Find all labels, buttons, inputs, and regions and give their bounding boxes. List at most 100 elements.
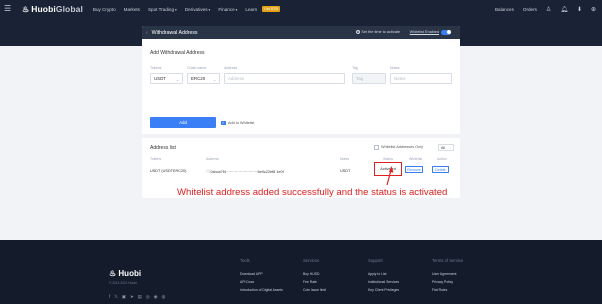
card-header: ‹ Withdrawal Address ? Set the time to ac… — [142, 26, 460, 39]
logo[interactable]: ♨ Huobi Global — [22, 4, 83, 14]
notes-label: Notes — [390, 66, 400, 70]
footer-link[interactable]: Buy HUSD — [303, 272, 326, 276]
download-icon[interactable]: ⬇ — [577, 6, 582, 13]
address-list-title: Address list — [150, 145, 176, 151]
address-label: Address — [224, 66, 238, 70]
footer-link[interactable]: API Docs — [240, 280, 283, 284]
footer-col-title: Support — [368, 258, 383, 263]
back-icon[interactable]: ‹ — [146, 30, 148, 36]
footer-link[interactable]: Download APP — [240, 272, 283, 276]
chain-select[interactable]: ERC20 ⌄ — [187, 73, 220, 84]
whitelist-toggle[interactable] — [441, 29, 451, 35]
footer-link[interactable]: Privacy Policy — [432, 280, 463, 284]
footer-link[interactable]: Institutional Services — [368, 280, 399, 284]
footer-col-services: Services Buy HUSD Fee Rate Coin Issue li… — [303, 258, 326, 296]
activation-tip-label: Set the time to activate — [361, 29, 400, 34]
logo-sub: Global — [55, 4, 83, 14]
footer-col-title: Terms of Service — [432, 258, 464, 263]
user-icon[interactable]: ♙ — [546, 6, 551, 13]
add-address-title: Add Withdrawal Address — [150, 50, 205, 56]
col-notes: Notes — [340, 157, 350, 161]
remove-button[interactable]: Remove — [405, 166, 423, 173]
nav-spot-trading[interactable]: Spot Trading▾ — [148, 7, 177, 12]
add-to-whitelist-label: Add to Whitelist — [228, 120, 255, 125]
withdrawal-card: ‹ Withdrawal Address ? Set the time to ac… — [142, 26, 460, 198]
chevron-down-icon: ⌄ — [212, 77, 216, 82]
nav-right: Balances Orders ♙ 🔔︎ ⬇ ⊕ — [495, 0, 598, 18]
chain-label: Chain name — [187, 66, 207, 70]
nav-derivatives[interactable]: Derivatives▾ — [185, 7, 211, 12]
footer-col-terms: Terms of Service User Agreement Privacy … — [432, 258, 463, 296]
nav-balances[interactable]: Balances — [495, 7, 514, 12]
twitter-icon[interactable]: 𝕏 — [114, 294, 122, 299]
nav-orders[interactable]: Orders — [523, 7, 537, 12]
status-badge: Activated — [374, 162, 402, 176]
footer-link[interactable]: User Agreement — [432, 272, 463, 276]
footer-link[interactable]: Fiat Rules — [432, 288, 463, 292]
globe-icon[interactable]: ⊕ — [591, 6, 596, 13]
flame-icon: ♨ — [22, 4, 30, 14]
menu-icon[interactable]: ☰ — [4, 5, 18, 13]
telegram-icon[interactable]: ➤ — [130, 294, 138, 299]
col-action: Action — [437, 157, 447, 161]
footer-link[interactable]: Apply to List — [368, 272, 399, 276]
col-tokens: Tokens — [150, 157, 162, 161]
filter-value: All — [441, 145, 445, 150]
copy-icon[interactable]: ❐ — [206, 170, 209, 174]
nav-links: Buy Crypto Markets Spot Trading▾ Derivat… — [93, 6, 280, 12]
delete-button[interactable]: Delete — [432, 166, 449, 173]
footer-logo-text: Huobi — [118, 269, 142, 278]
footer-link[interactable]: Key Client Privileges — [368, 288, 399, 292]
whitelist-only-label: Whitelist Addresses Only — [381, 145, 423, 149]
token-value: USDT — [154, 76, 166, 81]
footer-col-tools: Tools Download APP API Docs Introduction… — [240, 258, 283, 296]
nav-buy-crypto[interactable]: Buy Crypto — [93, 7, 116, 12]
logo-main: Huobi — [31, 4, 56, 14]
token-select[interactable]: USDT ⌄ — [150, 73, 183, 84]
tag-input[interactable]: Tag — [352, 73, 386, 84]
promo-badge[interactable]: Get BTB — [262, 6, 280, 12]
nav-markets[interactable]: Markets — [124, 7, 140, 12]
chevron-down-icon: ▾ — [175, 7, 177, 12]
nav-derivatives-label: Derivatives — [184, 6, 208, 12]
social-icons: f𝕏▣➤▤◎◉◍ — [109, 294, 169, 300]
section-divider — [142, 134, 460, 138]
whitelist-only-checkbox[interactable] — [374, 145, 379, 150]
top-nav: ☰ ♨ Huobi Global Buy Crypto Markets Spot… — [0, 0, 602, 18]
notes-input[interactable]: Notes — [390, 73, 452, 84]
token-label: Tokens — [150, 66, 162, 70]
footer-link[interactable]: Coin Issue limit — [303, 288, 326, 292]
row-address-value: 0xbca7f4·························6e9c22e… — [210, 170, 284, 174]
footer-link[interactable]: Introduction of Digital Assets — [240, 288, 283, 292]
chevron-down-icon: ⌄ — [448, 146, 452, 151]
footer-link[interactable]: Fee Rate — [303, 280, 326, 284]
footer-logo[interactable]: ♨ Huobi — [109, 269, 141, 278]
footer-col-title: Tools — [240, 258, 250, 263]
address-input[interactable]: Address — [224, 73, 345, 84]
instagram-icon[interactable]: ◎ — [146, 294, 154, 299]
medium-icon[interactable]: ▣ — [122, 294, 130, 299]
row-address: ❐ 0xbca7f4·························6e9c2… — [206, 169, 284, 174]
footer-col-title: Services — [303, 258, 320, 263]
nav-finance-label: Finance — [218, 6, 235, 12]
footer-col-support: Support Apply to List Institutional Serv… — [368, 258, 399, 296]
chevron-down-icon: ⌄ — [175, 77, 179, 82]
nav-learn[interactable]: Learn — [245, 7, 257, 12]
weibo-icon[interactable]: ◍ — [161, 294, 169, 299]
add-button[interactable]: Add — [150, 117, 216, 128]
bell-icon[interactable]: 🔔︎ — [560, 6, 568, 13]
page-title: Withdrawal Address — [151, 29, 198, 36]
nav-spot-trading-label: Spot Trading — [147, 6, 175, 12]
col-status: Status — [383, 157, 393, 161]
col-whitelist: Whitelist — [409, 157, 423, 161]
activation-tip[interactable]: ? Set the time to activate — [356, 29, 400, 34]
chain-value: ERC20 — [191, 76, 206, 81]
row-notes: USDT — [340, 169, 351, 173]
chevron-down-icon: ▾ — [235, 7, 238, 12]
filter-select[interactable]: All ⌄ — [438, 144, 454, 151]
add-to-whitelist-checkbox[interactable]: ✓ — [221, 120, 226, 125]
linkedin-icon[interactable]: ▤ — [138, 294, 146, 299]
whitelist-enabled-link[interactable]: Whitelist Enabled — [410, 30, 439, 34]
tag-label: Tag — [352, 66, 358, 70]
nav-finance[interactable]: Finance▾ — [218, 7, 237, 12]
